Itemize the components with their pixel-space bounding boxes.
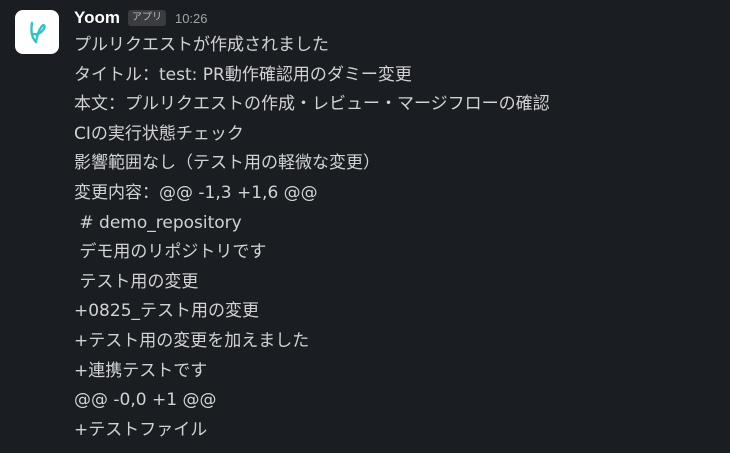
- message-content: Yoom アプリ 10:26 プルリクエストが作成されました タイトル：test…: [74, 6, 720, 445]
- yoom-logo-icon: [30, 21, 46, 44]
- message-line: +連携テストです: [74, 360, 208, 381]
- message-line: テスト用の変更: [74, 271, 199, 292]
- message-line: # demo_repository: [74, 212, 242, 233]
- message-body: プルリクエストが作成されました タイトル：test: PR動作確認用のダミー変更…: [74, 31, 720, 445]
- message-line: +テスト用の変更を加えました: [74, 330, 310, 351]
- message-line: CIの実行状態チェック: [74, 123, 244, 144]
- message-line: デモ用のリポジトリです: [74, 242, 267, 263]
- app-badge: アプリ: [127, 10, 166, 26]
- avatar[interactable]: [15, 10, 59, 54]
- message-header: Yoom アプリ 10:26: [74, 6, 720, 30]
- message-line: タイトル：test: PR動作確認用のダミー変更: [74, 64, 412, 85]
- message-line: @@ -0,0 +1 @@: [74, 390, 217, 411]
- message-line: プルリクエストが作成されました: [74, 35, 329, 55]
- message-line: +0825_テスト用の変更: [74, 301, 260, 322]
- sender-name[interactable]: Yoom: [74, 8, 120, 28]
- message-line: +テストファイル: [74, 419, 208, 440]
- message-line: 影響範囲なし（テスト用の軽微な変更）: [74, 153, 380, 174]
- timestamp[interactable]: 10:26: [175, 11, 208, 26]
- message: Yoom アプリ 10:26 プルリクエストが作成されました タイトル：test…: [0, 0, 730, 453]
- message-line: 本文：プルリクエストの作成・レビュー・マージフローの確認: [74, 94, 550, 115]
- message-line: 変更内容：@@ -1,3 +1,6 @@: [74, 182, 318, 203]
